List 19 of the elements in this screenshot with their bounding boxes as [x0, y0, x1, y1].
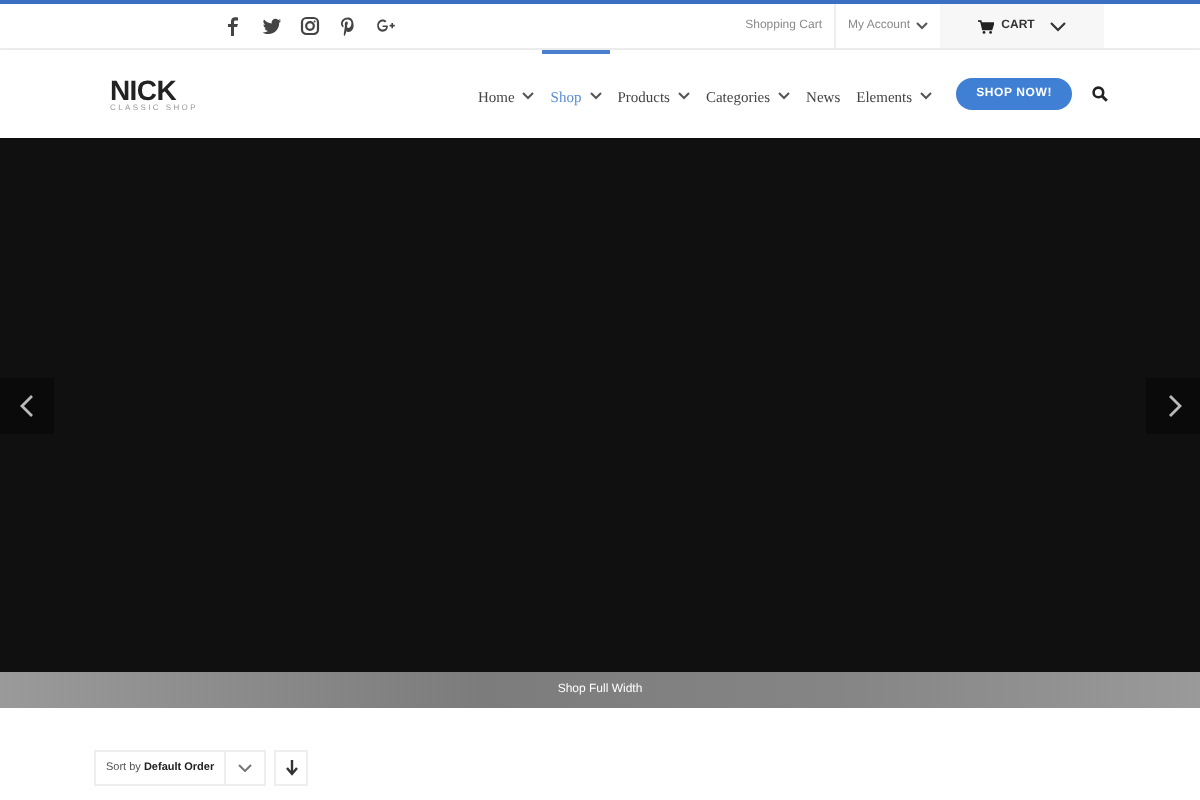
down-arrow-icon: [285, 760, 298, 776]
search-icon[interactable]: [1092, 86, 1108, 102]
caret-icon: [589, 92, 602, 100]
chevron-left-icon: [19, 393, 35, 417]
caret-icon: [238, 764, 253, 772]
twitter-icon[interactable]: [258, 16, 286, 36]
chevron-right-icon: [1165, 393, 1181, 417]
caret-icon: [920, 92, 933, 100]
cart-icon: [977, 19, 994, 33]
caret-icon: [1050, 21, 1067, 31]
next-slide-button[interactable]: [1146, 377, 1200, 433]
instagram-icon[interactable]: [296, 16, 324, 36]
caret-icon: [677, 92, 690, 100]
google-plus-icon[interactable]: [372, 16, 400, 36]
previous-slide-button[interactable]: [0, 377, 54, 433]
caret-icon: [778, 92, 791, 100]
sort-direction-button[interactable]: [274, 750, 309, 786]
caret-icon: [522, 92, 535, 100]
caret-icon: [916, 22, 928, 30]
